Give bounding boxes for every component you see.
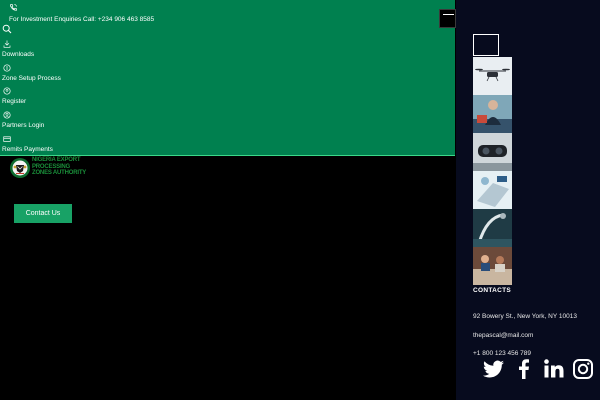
top-menu-panel: For Investment Enquiries Call: +234 906 …: [0, 0, 455, 156]
nav-item-downloads[interactable]: Downloads: [2, 40, 34, 59]
gallery-image-meeting[interactable]: [473, 247, 512, 285]
phone-icon: [9, 3, 18, 11]
nav-label-register: Register: [2, 98, 27, 105]
nav-item-zone-setup[interactable]: Zone Setup Process: [2, 64, 61, 83]
nav-item-partners-login[interactable]: Partners Login: [2, 111, 44, 130]
menu-toggle-button[interactable]: [439, 9, 456, 28]
facebook-icon[interactable]: [512, 357, 536, 381]
gallery-image-laptop[interactable]: [473, 171, 512, 209]
user-circle-icon: [3, 111, 11, 119]
contacts-heading: CONTACTS: [473, 287, 512, 294]
search-icon[interactable]: [2, 24, 12, 34]
enquiry-block: For Investment Enquiries Call: +234 906 …: [9, 3, 154, 24]
gallery-image-robot[interactable]: [473, 209, 512, 247]
coat-of-arms-emblem: [10, 158, 30, 178]
contact-address: 92 Bowery St., New York, NY 10013: [473, 313, 577, 320]
twitter-icon[interactable]: [482, 357, 506, 381]
user-icon: [3, 87, 11, 95]
nav-item-remits-payments[interactable]: Remits Payments: [2, 135, 53, 154]
enquiry-text: For Investment Enquiries Call: +234 906 …: [9, 16, 155, 23]
contact-email[interactable]: thepascal@mail.com: [473, 332, 533, 339]
nav-label-downloads: Downloads: [2, 51, 35, 58]
side-panel: CONTACTS 92 Bowery St., New York, NY 100…: [456, 0, 600, 400]
gallery-image-worker[interactable]: [473, 95, 512, 133]
nav-label-remits-payments: Remits Payments: [2, 146, 53, 153]
gallery-image-drone[interactable]: [473, 57, 512, 95]
instagram-icon[interactable]: [571, 357, 595, 381]
logo-wordmark: NIGERIA EXPORT PROCESSING ZONES AUTHORIT…: [32, 157, 86, 177]
contact-phone[interactable]: +1 800 123 456 789: [473, 350, 531, 357]
contact-us-button[interactable]: Contact Us: [14, 204, 72, 223]
site-logo[interactable]: NIGERIA EXPORT PROCESSING ZONES AUTHORIT…: [9, 156, 109, 182]
logo-line-1: NIGERIA EXPORT: [32, 157, 81, 163]
image-gallery: [473, 57, 512, 285]
nav-label-zone-setup: Zone Setup Process: [2, 75, 61, 82]
gallery-image-vr-headset[interactable]: [473, 133, 512, 171]
settings-icon: [3, 64, 11, 72]
logo-line-3: ZONES AUTHORITY: [32, 170, 87, 176]
menu-bar-icon: [443, 14, 454, 15]
download-icon: [3, 40, 11, 48]
nav-label-partners-login: Partners Login: [2, 122, 45, 129]
close-panel-button[interactable]: [473, 34, 499, 56]
card-icon: [3, 136, 11, 142]
nav-item-register[interactable]: Register: [2, 87, 26, 106]
linkedin-icon[interactable]: [542, 357, 566, 381]
